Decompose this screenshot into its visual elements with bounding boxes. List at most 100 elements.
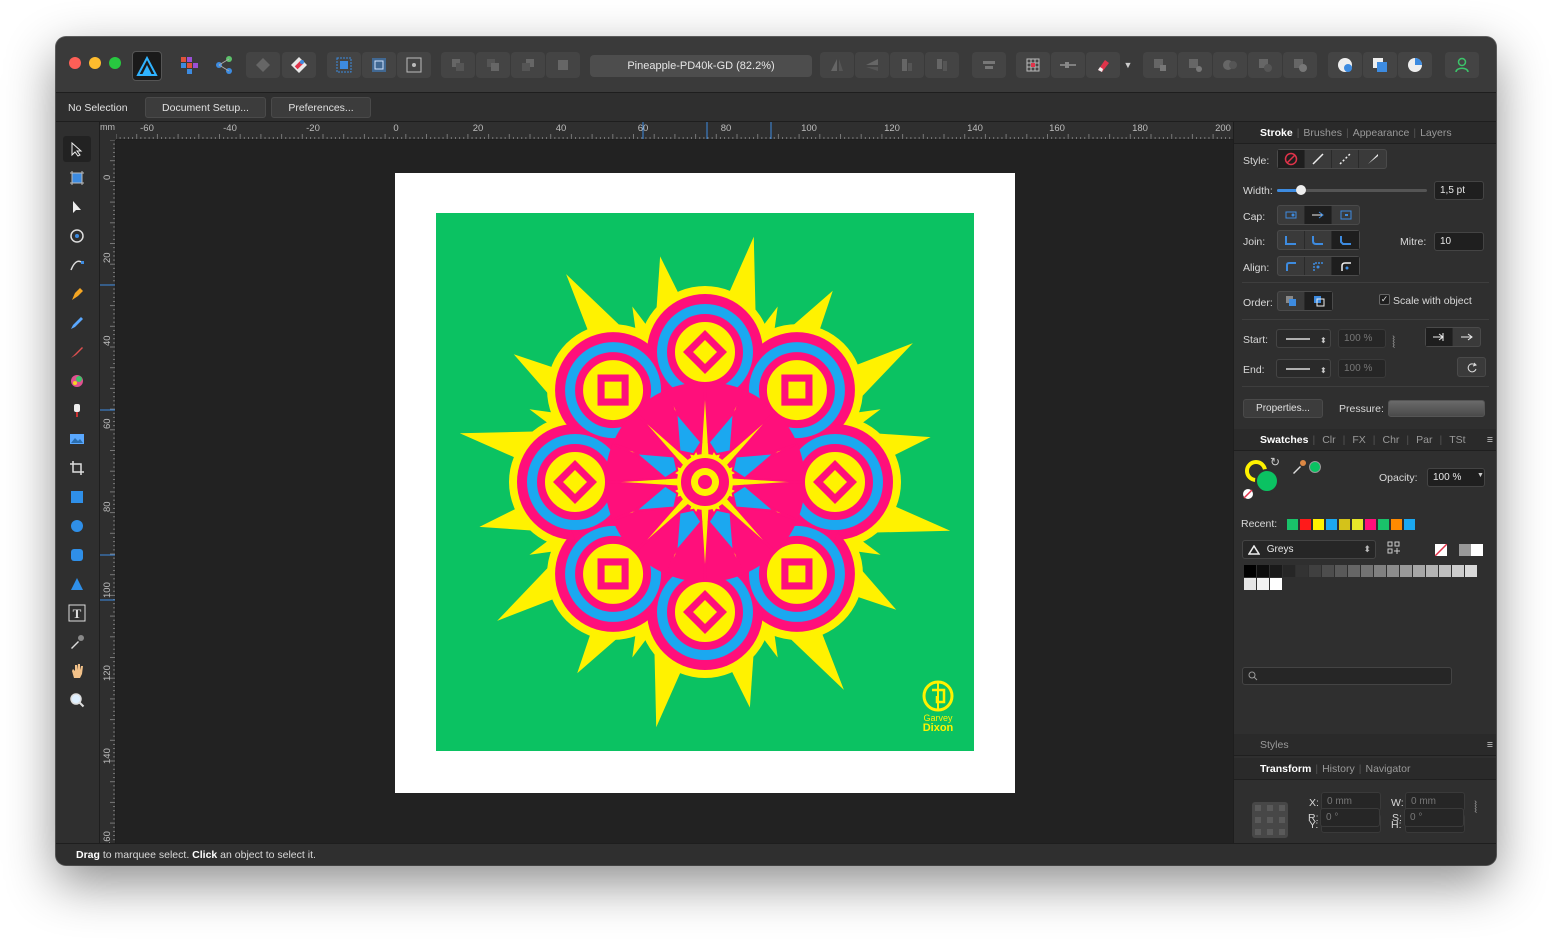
eyedropper-icon[interactable] — [1291, 459, 1307, 478]
artboard-tool-icon[interactable] — [63, 165, 91, 191]
flip-horizontal-icon[interactable] — [820, 52, 854, 78]
preferences-button[interactable]: Preferences... — [271, 97, 371, 118]
width-field[interactable]: 1,5 pt — [1434, 181, 1484, 200]
fill-tool-icon[interactable] — [63, 368, 91, 394]
properties-button[interactable]: Properties... — [1243, 399, 1323, 418]
swap-arrows-icon[interactable] — [1458, 358, 1485, 376]
align-inside-icon[interactable] — [1278, 257, 1305, 275]
grey-swatch[interactable] — [1296, 565, 1308, 577]
panel-menu-icon[interactable]: ≡ — [1487, 434, 1493, 446]
miter-join-icon[interactable] — [1278, 231, 1305, 249]
grey-swatch[interactable] — [1459, 544, 1471, 556]
anchor-selector[interactable] — [1252, 802, 1288, 838]
opacity-dropdown-icon[interactable]: ▼ — [1477, 472, 1484, 479]
grey-swatch[interactable] — [1400, 565, 1412, 577]
view-tool-icon[interactable] — [63, 658, 91, 684]
place-image-tool-icon[interactable] — [63, 426, 91, 452]
snapping-options-dropdown[interactable]: ▼ — [1121, 52, 1135, 78]
rounded-rectangle-tool-icon[interactable] — [63, 542, 91, 568]
grey-swatch[interactable] — [1465, 565, 1477, 577]
snapping-icon[interactable] — [282, 52, 316, 78]
rotate-right-icon[interactable] — [925, 52, 959, 78]
swap-colors-icon[interactable]: ↻ — [1270, 455, 1280, 469]
recent-swatch[interactable] — [1313, 519, 1324, 530]
tab-appearance[interactable]: Appearance — [1349, 127, 1414, 139]
document-setup-button[interactable]: Document Setup... — [145, 97, 266, 118]
tab-swatches[interactable]: Swatches — [1256, 434, 1312, 446]
tab-brushes[interactable]: Brushes — [1299, 127, 1346, 139]
grey-swatch[interactable] — [1270, 565, 1282, 577]
guides-icon[interactable] — [1051, 52, 1085, 78]
no-stroke-icon[interactable] — [1278, 150, 1305, 168]
picked-color-swatch[interactable] — [1309, 461, 1321, 473]
grey-swatch[interactable] — [1452, 565, 1464, 577]
arrange-backward-icon[interactable] — [476, 52, 510, 78]
align-center-icon[interactable] — [1305, 257, 1332, 275]
start-scale-field[interactable]: 100 % — [1338, 329, 1386, 348]
grey-swatch[interactable] — [1270, 578, 1282, 590]
grey-swatch[interactable] — [1361, 565, 1373, 577]
r-field[interactable]: 0 ° — [1320, 808, 1380, 827]
flip-vertical-icon[interactable] — [855, 52, 889, 78]
rotate-left-icon[interactable] — [890, 52, 924, 78]
bevel-join-icon[interactable] — [1332, 231, 1359, 249]
grey-swatch[interactable] — [1387, 565, 1399, 577]
lock-aspect-icon[interactable]: ⦚ — [1474, 800, 1477, 818]
triangle-tool-icon[interactable] — [63, 571, 91, 597]
grey-swatch[interactable] — [1348, 565, 1360, 577]
width-slider[interactable] — [1277, 185, 1427, 195]
tab-history[interactable]: History — [1318, 763, 1359, 775]
styles-menu-icon[interactable]: ≡ — [1487, 739, 1493, 751]
grey-swatch[interactable] — [1257, 578, 1269, 590]
close-window-button[interactable] — [69, 57, 81, 69]
share-icon[interactable] — [207, 52, 241, 78]
color-wheel-icon[interactable] — [1398, 52, 1432, 78]
rectangle-tool-icon[interactable] — [63, 484, 91, 510]
tab-character[interactable]: Chr — [1376, 434, 1407, 446]
white-swatch[interactable] — [1471, 544, 1483, 556]
width-slider-knob[interactable] — [1296, 185, 1306, 195]
grey-swatch[interactable] — [1244, 565, 1256, 577]
stroke-front-icon[interactable] — [1305, 292, 1332, 310]
recent-swatch[interactable] — [1391, 519, 1402, 530]
tab-styles[interactable]: Styles — [1256, 739, 1293, 751]
pen-tool-icon[interactable] — [63, 281, 91, 307]
transform-origin-icon[interactable] — [397, 52, 431, 78]
affinity-designer-logo[interactable] — [132, 51, 162, 81]
end-scale-field[interactable]: 100 % — [1338, 359, 1386, 378]
mandala-artwork[interactable]: Garvey Dixon — [436, 213, 974, 751]
boolean-xor-icon[interactable] — [1248, 52, 1282, 78]
tab-text-styles[interactable]: TSt — [1442, 434, 1472, 446]
recent-swatch[interactable] — [1378, 519, 1389, 530]
personas-icon[interactable] — [172, 52, 206, 78]
none-swatch-icon[interactable] — [1435, 544, 1447, 556]
mitre-field[interactable]: 10 — [1434, 232, 1484, 251]
no-color-icon[interactable] — [1243, 489, 1253, 499]
pressure-graph[interactable] — [1388, 400, 1485, 417]
pixel-grid-icon[interactable] — [246, 52, 280, 78]
color-picker-panel-icon[interactable] — [1328, 52, 1362, 78]
link-scale-icon[interactable]: ⦚ — [1392, 335, 1395, 353]
tab-fx[interactable]: FX — [1345, 434, 1372, 446]
minimize-window-button[interactable] — [89, 57, 101, 69]
brush-stroke-icon[interactable] — [1359, 150, 1386, 168]
select-all-icon[interactable] — [327, 52, 361, 78]
arrange-back-icon[interactable] — [441, 52, 475, 78]
grey-swatch[interactable] — [1439, 565, 1451, 577]
recent-swatch[interactable] — [1300, 519, 1311, 530]
vertical-ruler[interactable]: 0 20 40 60 80 100 120 140 160 — [100, 140, 116, 843]
artboard-page[interactable]: Garvey Dixon — [395, 173, 1015, 793]
tab-paragraph[interactable]: Par — [1409, 434, 1439, 446]
solid-stroke-icon[interactable] — [1305, 150, 1332, 168]
recent-swatch[interactable] — [1352, 519, 1363, 530]
boolean-divide-icon[interactable] — [1283, 52, 1317, 78]
grey-swatch[interactable] — [1257, 565, 1269, 577]
dashed-stroke-icon[interactable] — [1332, 150, 1359, 168]
document-canvas[interactable]: Garvey Dixon — [116, 140, 1233, 843]
swatches-panel-icon[interactable] — [1363, 52, 1397, 78]
butt-cap-icon[interactable] — [1278, 206, 1305, 224]
move-tool-icon[interactable] — [63, 136, 91, 162]
round-join-icon[interactable] — [1305, 231, 1332, 249]
transparency-tool-icon[interactable] — [63, 397, 91, 423]
horizontal-ruler[interactable]: -60 -40 -20 0 20 40 60 80 100 120 140 16… — [116, 122, 1233, 140]
